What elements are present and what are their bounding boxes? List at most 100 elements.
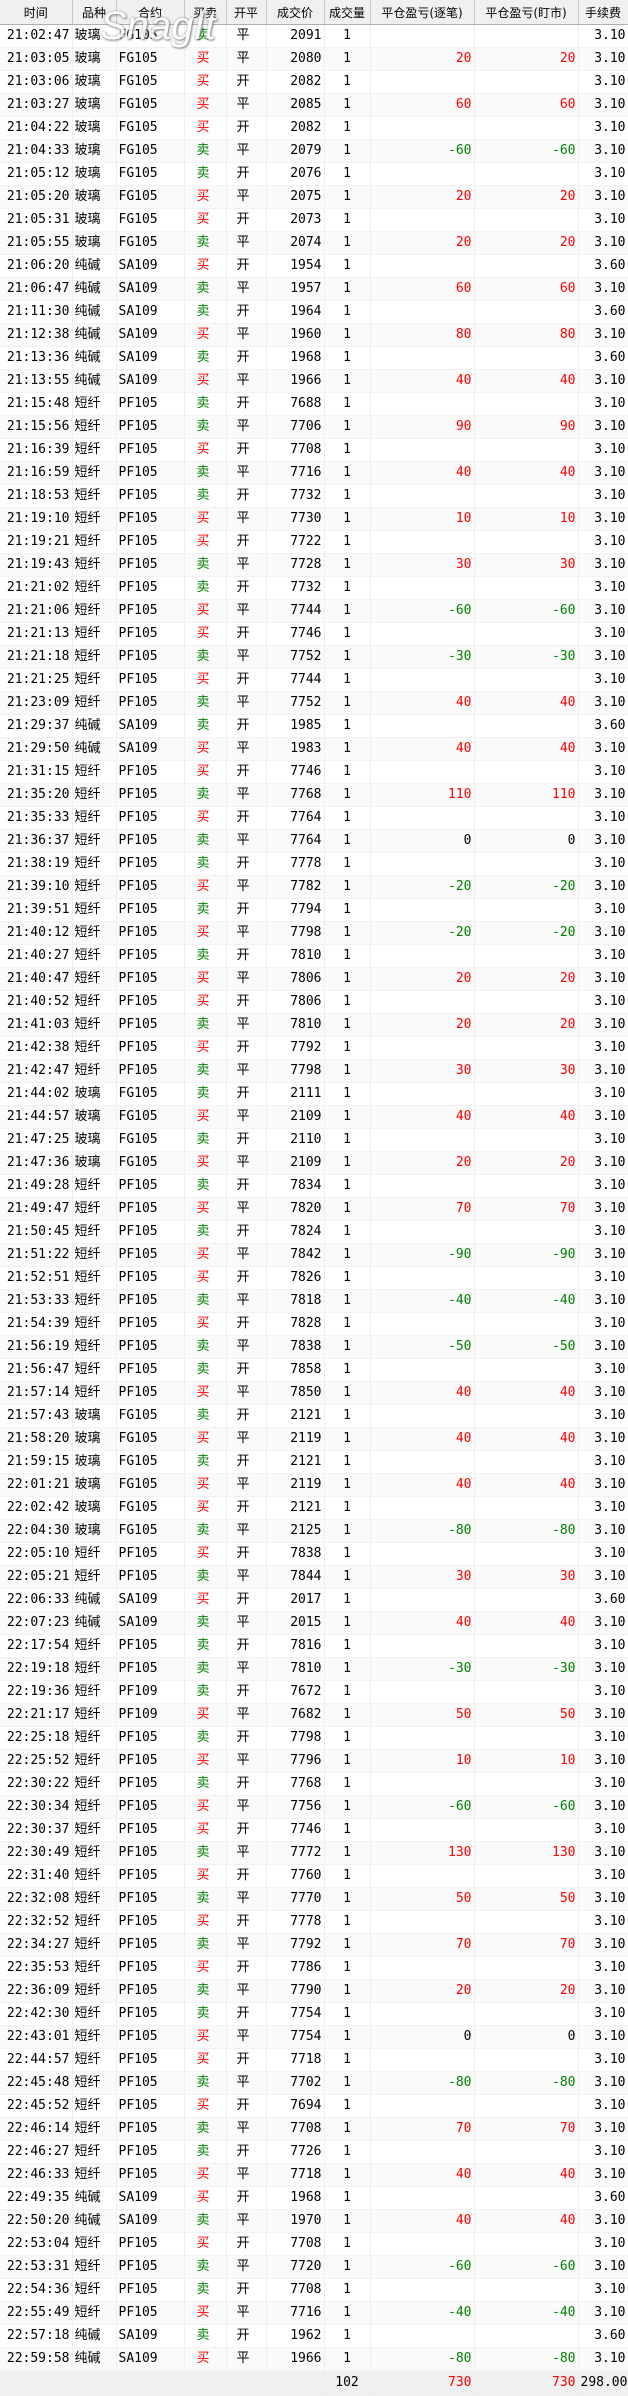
table-row[interactable]: 21:50:45 短纤 PF105 卖开 7824 1 3.10 [0,1220,628,1244]
table-row[interactable]: 22:02:42 玻璃 FG105 买开 2121 1 3.10 [0,1496,628,1520]
table-row[interactable]: 22:43:01 短纤 PF105 买平 7754 1 0 0 3.10 [0,2025,628,2049]
table-row[interactable]: 22:21:17 短纤 PF109 买平 7682 1 50 50 3.10 [0,1703,628,1727]
table-row[interactable]: 21:31:15 短纤 PF105 买开 7746 1 3.10 [0,760,628,784]
table-row[interactable]: 22:32:08 短纤 PF105 卖平 7770 1 50 50 3.10 [0,1887,628,1911]
table-row[interactable]: 21:47:25 玻璃 FG105 卖开 2110 1 3.10 [0,1128,628,1152]
table-row[interactable]: 21:16:59 短纤 PF105 卖平 7716 1 40 40 3.10 [0,461,628,485]
col-header-time[interactable]: 时间 [0,0,73,25]
col-header-pnl-trade[interactable]: 平仓盈亏(逐笔) [370,0,475,25]
table-row[interactable]: 21:41:03 短纤 PF105 卖平 7810 1 20 20 3.10 [0,1013,628,1037]
col-header-direction[interactable]: 买卖 [184,0,227,25]
table-row[interactable]: 22:46:14 短纤 PF105 卖平 7708 1 70 70 3.10 [0,2117,628,2141]
table-row[interactable]: 21:21:13 短纤 PF105 买开 7746 1 3.10 [0,622,628,646]
table-row[interactable]: 22:25:52 短纤 PF105 买平 7796 1 10 10 3.10 [0,1749,628,1773]
table-row[interactable]: 21:49:47 短纤 PF105 买平 7820 1 70 70 3.10 [0,1197,628,1221]
table-row[interactable]: 22:53:04 短纤 PF105 买开 7708 1 3.10 [0,2232,628,2256]
col-header-contract[interactable]: 合约 [116,0,185,25]
table-row[interactable]: 21:06:47 纯碱 SA109 卖平 1957 1 60 60 3.10 [0,277,628,301]
table-row[interactable]: 21:05:12 玻璃 FG105 卖开 2076 1 3.10 [0,162,628,186]
table-row[interactable]: 22:30:22 短纤 PF105 卖开 7768 1 3.10 [0,1772,628,1796]
table-row[interactable]: 22:30:49 短纤 PF105 卖平 7772 1 130 130 3.10 [0,1841,628,1865]
table-row[interactable]: 21:40:12 短纤 PF105 买平 7798 1 -20 -20 3.10 [0,921,628,945]
col-header-pnl-market[interactable]: 平仓盈亏(盯市) [474,0,579,25]
col-header-price[interactable]: 成交价 [266,0,325,25]
table-row[interactable]: 21:21:02 短纤 PF105 卖开 7732 1 3.10 [0,576,628,600]
table-row[interactable]: 22:06:33 纯碱 SA109 买开 2017 1 3.60 [0,1588,628,1612]
table-row[interactable]: 21:15:48 短纤 PF105 卖开 7688 1 3.10 [0,392,628,416]
table-row[interactable]: 21:42:47 短纤 PF105 卖平 7798 1 30 30 3.10 [0,1059,628,1083]
table-row[interactable]: 22:01:21 玻璃 FG105 买平 2119 1 40 40 3.10 [0,1473,628,1497]
table-row[interactable]: 21:53:33 短纤 PF105 卖平 7818 1 -40 -40 3.10 [0,1289,628,1313]
table-row[interactable]: 21:49:28 短纤 PF105 卖开 7834 1 3.10 [0,1174,628,1198]
table-row[interactable]: 21:03:05 玻璃 FG105 买平 2080 1 20 20 3.10 [0,47,628,71]
table-row[interactable]: 21:58:20 玻璃 FG105 买平 2119 1 40 40 3.10 [0,1427,628,1451]
table-row[interactable]: 21:21:18 短纤 PF105 卖平 7752 1 -30 -30 3.10 [0,645,628,669]
table-row[interactable]: 21:11:30 纯碱 SA109 卖开 1964 1 3.60 [0,300,628,324]
table-row[interactable]: 22:05:21 短纤 PF105 卖平 7844 1 30 30 3.10 [0,1565,628,1589]
table-row[interactable]: 22:53:31 短纤 PF105 卖平 7720 1 -60 -60 3.10 [0,2255,628,2279]
table-row[interactable]: 21:56:47 短纤 PF105 卖开 7858 1 3.10 [0,1358,628,1382]
table-row[interactable]: 21:42:38 短纤 PF105 买开 7792 1 3.10 [0,1036,628,1060]
table-row[interactable]: 21:18:53 短纤 PF105 卖开 7732 1 3.10 [0,484,628,508]
table-row[interactable]: 21:47:36 玻璃 FG105 买平 2109 1 20 20 3.10 [0,1151,628,1175]
table-row[interactable]: 22:46:33 短纤 PF105 买平 7718 1 40 40 3.10 [0,2163,628,2187]
table-row[interactable]: 22:30:37 短纤 PF105 买开 7746 1 3.10 [0,1818,628,1842]
table-row[interactable]: 22:46:27 短纤 PF105 卖开 7726 1 3.10 [0,2140,628,2164]
col-header-volume[interactable]: 成交量 [324,0,371,25]
table-row[interactable]: 22:07:23 纯碱 SA109 卖平 2015 1 40 40 3.10 [0,1611,628,1635]
table-row[interactable]: 21:44:57 玻璃 FG105 买平 2109 1 40 40 3.10 [0,1105,628,1129]
table-row[interactable]: 22:36:09 短纤 PF105 卖平 7790 1 20 20 3.10 [0,1979,628,2003]
table-row[interactable]: 22:57:18 纯碱 SA109 卖开 1962 1 3.60 [0,2324,628,2348]
table-row[interactable]: 22:25:18 短纤 PF105 卖开 7798 1 3.10 [0,1726,628,1750]
table-row[interactable]: 21:29:37 纯碱 SA109 卖开 1985 1 3.60 [0,714,628,738]
table-row[interactable]: 21:16:39 短纤 PF105 买开 7708 1 3.10 [0,438,628,462]
table-row[interactable]: 21:03:06 玻璃 FG105 买开 2082 1 3.10 [0,70,628,94]
table-row[interactable]: 21:35:20 短纤 PF105 卖平 7768 1 110 110 3.10 [0,783,628,807]
table-row[interactable]: 22:31:40 短纤 PF105 买开 7760 1 3.10 [0,1864,628,1888]
table-row[interactable]: 21:54:39 短纤 PF105 买开 7828 1 3.10 [0,1312,628,1336]
table-row[interactable]: 22:45:52 短纤 PF105 买开 7694 1 3.10 [0,2094,628,2118]
table-row[interactable]: 22:54:36 短纤 PF105 卖开 7708 1 3.10 [0,2278,628,2302]
table-row[interactable]: 22:34:27 短纤 PF105 卖平 7792 1 70 70 3.10 [0,1933,628,1957]
table-row[interactable]: 21:40:47 短纤 PF105 买平 7806 1 20 20 3.10 [0,967,628,991]
table-row[interactable]: 21:19:21 短纤 PF105 买开 7722 1 3.10 [0,530,628,554]
table-row[interactable]: 22:17:54 短纤 PF105 卖开 7816 1 3.10 [0,1634,628,1658]
table-row[interactable]: 21:06:20 纯碱 SA109 买开 1954 1 3.60 [0,254,628,278]
table-row[interactable]: 21:04:22 玻璃 FG105 买开 2082 1 3.10 [0,116,628,140]
table-row[interactable]: 21:57:14 短纤 PF105 买平 7850 1 40 40 3.10 [0,1381,628,1405]
table-row[interactable]: 22:45:48 短纤 PF105 卖平 7702 1 -80 -80 3.10 [0,2071,628,2095]
table-row[interactable]: 21:03:27 玻璃 FG105 买平 2085 1 60 60 3.10 [0,93,628,117]
table-row[interactable]: 22:44:57 短纤 PF105 买开 7718 1 3.10 [0,2048,628,2072]
table-row[interactable]: 22:30:34 短纤 PF105 买平 7756 1 -60 -60 3.10 [0,1795,628,1819]
table-row[interactable]: 21:04:33 玻璃 FG105 卖平 2079 1 -60 -60 3.10 [0,139,628,163]
table-row[interactable]: 22:05:10 短纤 PF105 买开 7838 1 3.10 [0,1542,628,1566]
table-row[interactable]: 21:21:25 短纤 PF105 买开 7744 1 3.10 [0,668,628,692]
table-row[interactable]: 21:44:02 玻璃 FG105 卖开 2111 1 3.10 [0,1082,628,1106]
table-row[interactable]: 22:35:53 短纤 PF105 买开 7786 1 3.10 [0,1956,628,1980]
table-row[interactable]: 21:57:43 玻璃 FG105 卖开 2121 1 3.10 [0,1404,628,1428]
col-header-fee[interactable]: 手续费 [578,0,628,25]
table-row[interactable]: 21:13:55 纯碱 SA109 买平 1966 1 40 40 3.10 [0,369,628,393]
table-row[interactable]: 22:50:20 纯碱 SA109 卖平 1970 1 40 40 3.10 [0,2209,628,2233]
col-header-offset[interactable]: 开平 [226,0,267,25]
table-row[interactable]: 21:59:15 玻璃 FG105 卖开 2121 1 3.10 [0,1450,628,1474]
table-row[interactable]: 22:59:58 纯碱 SA109 买平 1966 1 -80 -80 3.10 [0,2347,628,2371]
table-row[interactable]: 22:55:49 短纤 PF105 买平 7716 1 -40 -40 3.10 [0,2301,628,2325]
table-row[interactable]: 21:56:19 短纤 PF105 卖平 7838 1 -50 -50 3.10 [0,1335,628,1359]
table-row[interactable]: 21:40:52 短纤 PF105 买开 7806 1 3.10 [0,990,628,1014]
table-row[interactable]: 21:19:43 短纤 PF105 卖平 7728 1 30 30 3.10 [0,553,628,577]
table-row[interactable]: 21:05:55 玻璃 FG105 卖平 2074 1 20 20 3.10 [0,231,628,255]
table-row[interactable]: 21:13:36 纯碱 SA109 卖开 1968 1 3.60 [0,346,628,370]
table-row[interactable]: 21:39:10 短纤 PF105 买平 7782 1 -20 -20 3.10 [0,875,628,899]
table-row[interactable]: 21:23:09 短纤 PF105 卖平 7752 1 40 40 3.10 [0,691,628,715]
table-row[interactable]: 22:19:18 短纤 PF105 卖平 7810 1 -30 -30 3.10 [0,1657,628,1681]
table-row[interactable]: 21:12:38 纯碱 SA109 买平 1960 1 80 80 3.10 [0,323,628,347]
table-row[interactable]: 21:05:31 玻璃 FG105 买开 2073 1 3.10 [0,208,628,232]
table-row[interactable]: 21:38:19 短纤 PF105 卖开 7778 1 3.10 [0,852,628,876]
table-row[interactable]: 22:19:36 短纤 PF109 卖开 7672 1 3.10 [0,1680,628,1704]
table-row[interactable]: 21:40:27 短纤 PF105 卖开 7810 1 3.10 [0,944,628,968]
table-row[interactable]: 21:19:10 短纤 PF105 买平 7730 1 10 10 3.10 [0,507,628,531]
table-row[interactable]: 21:15:56 短纤 PF105 卖平 7706 1 90 90 3.10 [0,415,628,439]
table-row[interactable]: 22:42:30 短纤 PF105 卖开 7754 1 3.10 [0,2002,628,2026]
table-row[interactable]: 22:49:35 纯碱 SA109 买开 1968 1 3.60 [0,2186,628,2210]
